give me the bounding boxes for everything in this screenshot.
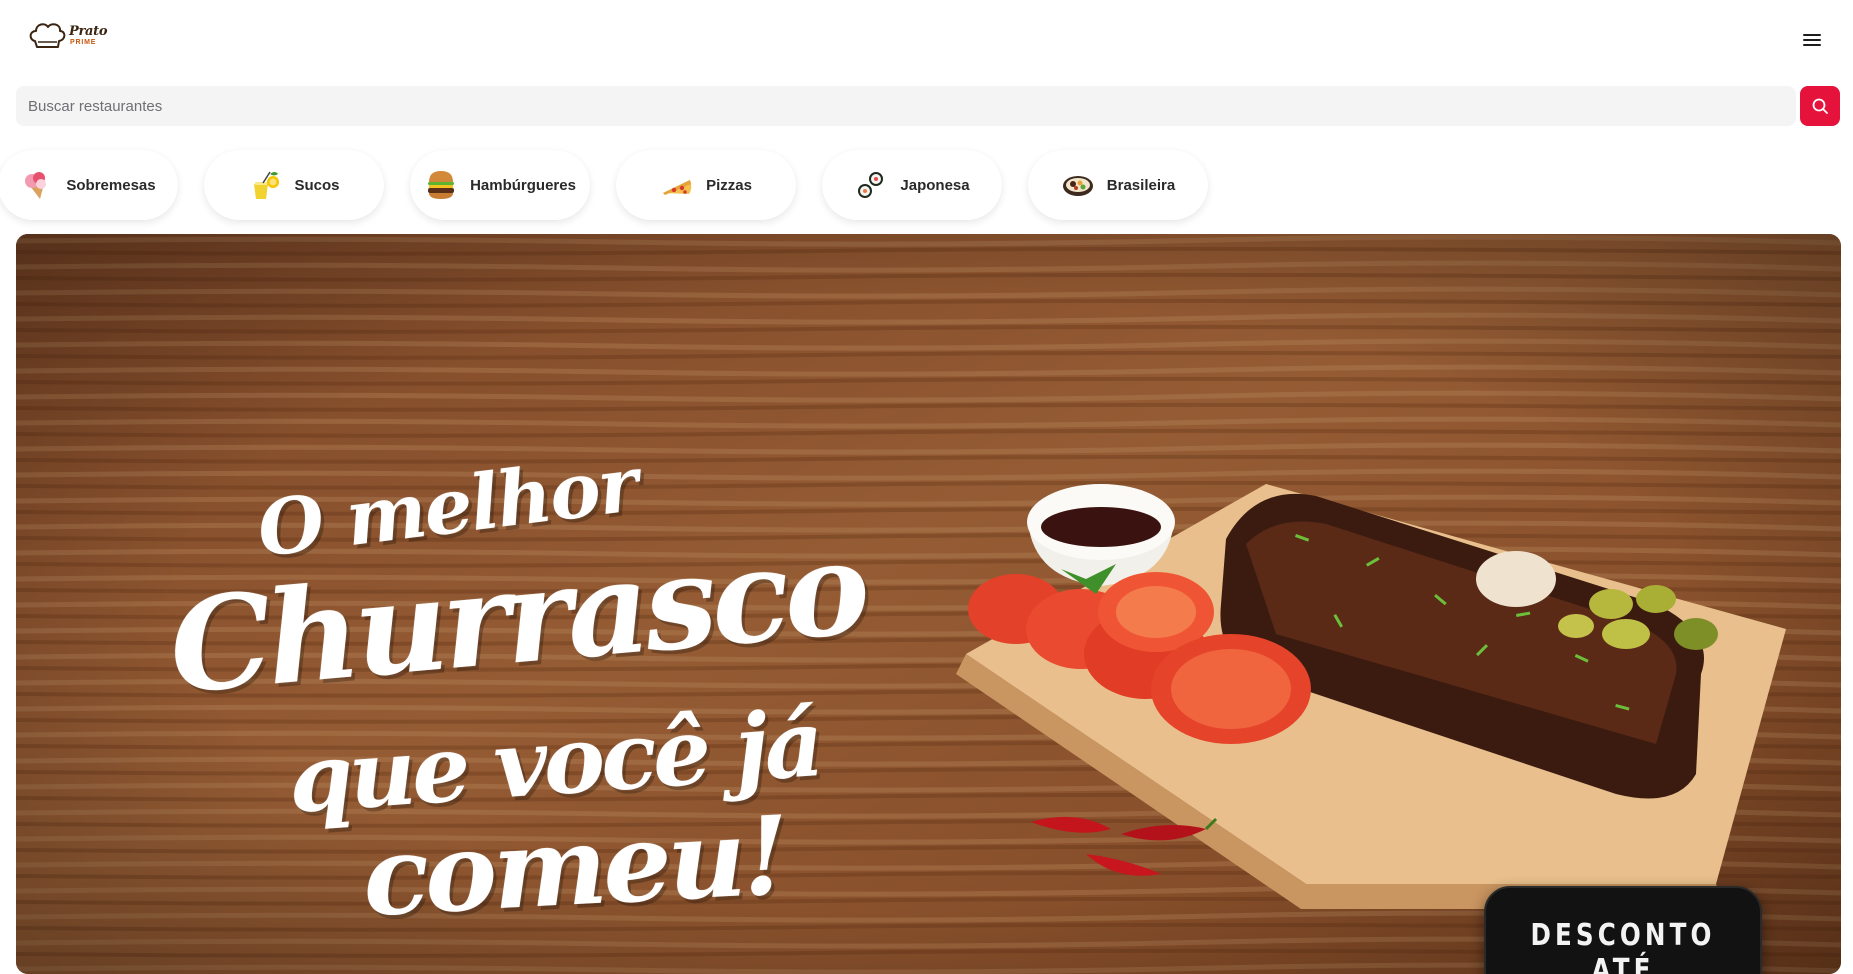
banner-headline-line4: comeu! [359, 793, 789, 941]
category-pizzas[interactable]: Pizzas [616, 150, 796, 220]
juice-icon [254, 171, 280, 199]
menu-icon-bar [1803, 44, 1821, 46]
category-label: Pizzas [706, 176, 752, 194]
category-japonesa[interactable]: Japonesa [822, 150, 1002, 220]
menu-icon [1803, 34, 1821, 36]
feijoada-icon [1062, 176, 1093, 196]
logo-text: Prato PRIME [69, 23, 108, 46]
category-label: Hambúrgueres [470, 176, 576, 194]
category-brasileira[interactable]: Brasileira [1028, 150, 1208, 220]
promo-banner[interactable]: O melhor Churrasco que você já comeu! DE… [16, 234, 1841, 974]
category-label: Brasileira [1106, 176, 1176, 194]
burger-icon [428, 171, 455, 199]
ice-cream-icon [25, 172, 47, 199]
menu-icon-bar [1803, 39, 1821, 41]
search-input[interactable] [16, 86, 1796, 126]
category-label: Sucos [294, 176, 340, 194]
header: Prato PRIME [0, 0, 1853, 72]
category-sucos[interactable]: Sucos [204, 150, 384, 220]
category-hamburgueres[interactable]: Hambúrgueres [410, 150, 590, 220]
sushi-icon [858, 172, 884, 198]
logo-subtitle: PRIME [70, 38, 97, 46]
discount-text: DESCONTO ATÉ [1530, 918, 1716, 974]
category-sobremesas[interactable]: Sobremesas [0, 150, 178, 220]
discount-tag: DESCONTO ATÉ [1484, 886, 1762, 974]
search-button[interactable] [1800, 86, 1840, 126]
logo-brand: Prato [69, 23, 108, 39]
hamburger-menu-button[interactable] [1800, 28, 1824, 52]
category-label: Japonesa [900, 176, 970, 194]
logo[interactable]: Prato PRIME [28, 20, 108, 50]
category-label: Sobremesas [66, 176, 156, 194]
pizza-icon [663, 180, 692, 195]
chef-hat-icon [29, 23, 66, 48]
search-icon [1812, 98, 1828, 114]
